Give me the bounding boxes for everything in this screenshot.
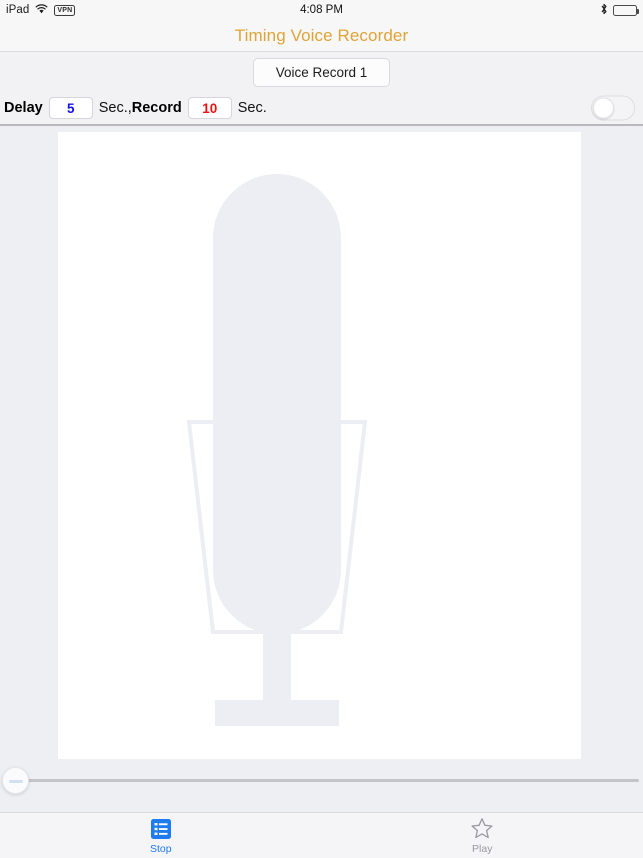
playback-slider[interactable] <box>0 764 643 796</box>
battery-full-icon <box>613 4 639 16</box>
page-title: Timing Voice Recorder <box>234 25 409 45</box>
delay-unit-label: Sec., <box>98 100 132 116</box>
recording-name-bar: Voice Record 1 <box>0 52 643 92</box>
status-bar: iPad VPN 4:08 PM <box>0 0 643 20</box>
record-label: Record <box>131 100 182 116</box>
delay-input[interactable] <box>48 97 93 119</box>
tab-stop-label: Stop <box>149 842 172 855</box>
slider-track[interactable] <box>4 778 639 782</box>
navigation-bar: Timing Voice Recorder <box>0 20 643 52</box>
tab-play[interactable]: Play <box>322 813 643 858</box>
status-bar-right <box>600 3 639 18</box>
slider-knob[interactable] <box>2 766 29 794</box>
main-content <box>0 126 643 812</box>
bluetooth-icon <box>600 3 608 18</box>
tab-bar: Stop Play <box>0 812 643 858</box>
star-icon <box>470 817 494 841</box>
tab-play-label: Play <box>472 842 493 855</box>
delay-label: Delay <box>4 100 43 116</box>
artwork-panel <box>58 132 581 759</box>
record-unit-label: Sec. <box>237 100 267 116</box>
status-bar-clock: 4:08 PM <box>300 4 343 16</box>
voice-record-name-button[interactable]: Voice Record 1 <box>252 57 391 87</box>
timing-toggle-switch[interactable] <box>591 95 635 121</box>
tab-stop[interactable]: Stop <box>0 813 322 858</box>
microphone-icon <box>186 174 367 726</box>
microphone-artwork <box>58 132 581 759</box>
app-screen: iPad VPN 4:08 PM Timing Voice Recorder V… <box>0 0 643 858</box>
list-icon <box>150 817 172 841</box>
toggle-knob <box>593 97 614 119</box>
record-duration-input[interactable] <box>187 97 232 119</box>
timing-controls-bar: Delay Sec., Record Sec. <box>0 92 643 126</box>
